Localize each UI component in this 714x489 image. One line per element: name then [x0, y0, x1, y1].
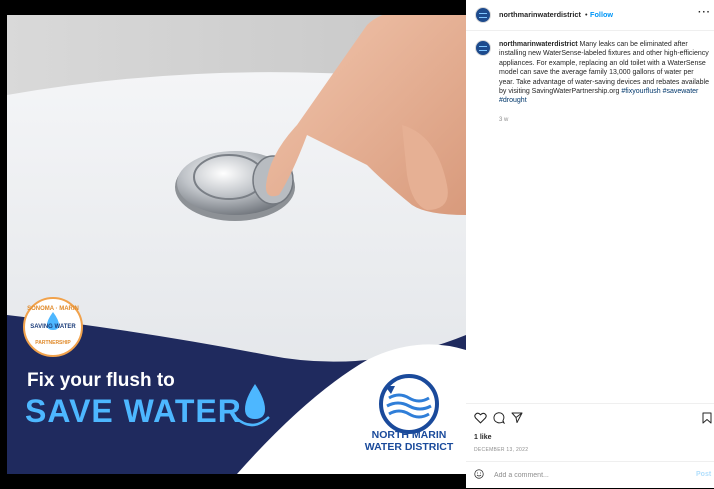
comment-bar: Post: [466, 461, 714, 489]
post-actions: 1 like DECEMBER 13, 2022: [466, 403, 714, 461]
time-ago[interactable]: 3 w: [499, 117, 508, 123]
caption-text: Many leaks can be eliminated after insta…: [499, 41, 710, 96]
backdrop-bottom: [0, 474, 466, 488]
caption-username[interactable]: northmarinwaterdistrict: [499, 41, 578, 48]
share-icon[interactable]: [511, 412, 523, 424]
post-sidebar: northmarinwaterdistrict • Follow ··· nor…: [466, 0, 714, 488]
follow-button[interactable]: Follow: [590, 10, 613, 19]
emoji-icon[interactable]: [474, 469, 484, 479]
post-caption: northmarinwaterdistrict Many leaks can b…: [499, 40, 709, 106]
post-comment-button[interactable]: Post: [696, 471, 711, 478]
instagram-post-modal: SONOMA · MARIN SAVING WATER PARTNERSHIP …: [0, 0, 714, 488]
more-options-icon[interactable]: ···: [698, 7, 711, 18]
hashtag[interactable]: #savewater: [663, 88, 699, 95]
avatar[interactable]: [475, 7, 491, 23]
comment-input[interactable]: [494, 468, 684, 482]
header-username[interactable]: northmarinwaterdistrict: [499, 10, 581, 19]
hashtag[interactable]: #fixyourflush: [621, 88, 660, 95]
headline-line1: Fix your flush to: [27, 370, 175, 391]
backdrop-top: [0, 0, 466, 15]
caption-avatar[interactable]: [475, 40, 491, 56]
header-separator: •: [585, 10, 588, 19]
post-date: DECEMBER 13, 2022: [474, 447, 529, 453]
post-image[interactable]: SONOMA · MARIN SAVING WATER PARTNERSHIP …: [7, 15, 466, 474]
comment-icon[interactable]: [493, 412, 505, 424]
headline-line2: SAVE WATER: [25, 393, 242, 429]
like-count[interactable]: 1 like: [474, 434, 492, 441]
brand-name: NORTH MARIN WATER DISTRICT: [364, 429, 454, 453]
hashtag[interactable]: #drought: [499, 97, 527, 104]
bookmark-icon[interactable]: [702, 412, 712, 424]
post-header: northmarinwaterdistrict • Follow ···: [466, 0, 714, 31]
saving-water-partnership-badge: SONOMA · MARIN SAVING WATER PARTNERSHIP: [23, 297, 83, 357]
heart-icon[interactable]: [474, 412, 487, 424]
badge-middle-text: SAVING WATER: [30, 324, 76, 330]
badge-bottom-text: PARTNERSHIP: [35, 340, 71, 346]
